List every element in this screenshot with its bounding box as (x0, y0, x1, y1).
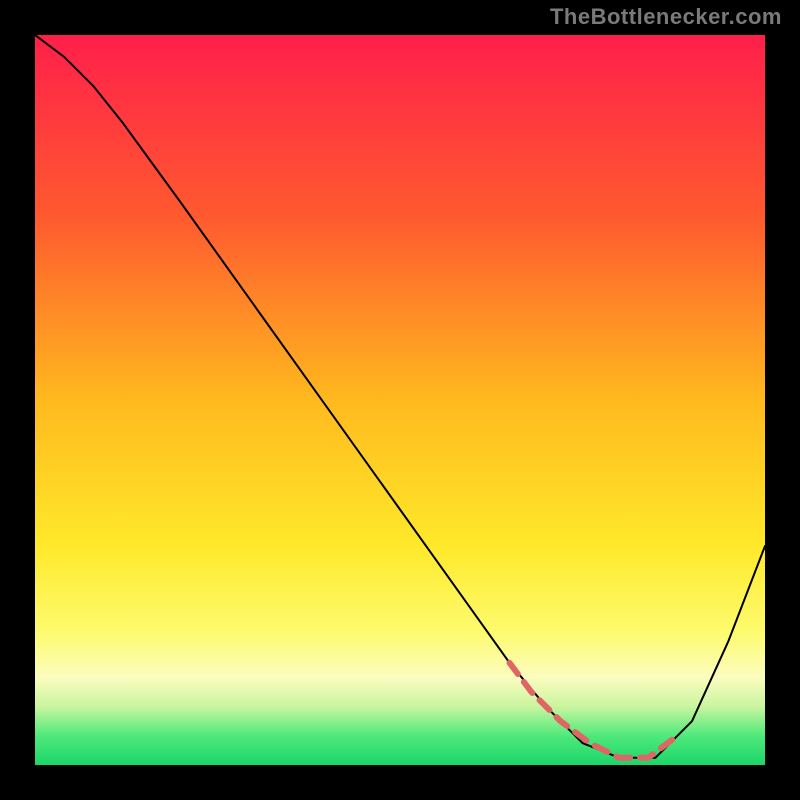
chart-frame: TheBottlenecker.com (0, 0, 800, 800)
gradient-background (35, 35, 765, 765)
attribution-label: TheBottlenecker.com (550, 4, 782, 30)
chart-svg (35, 35, 765, 765)
plot-area (35, 35, 765, 765)
